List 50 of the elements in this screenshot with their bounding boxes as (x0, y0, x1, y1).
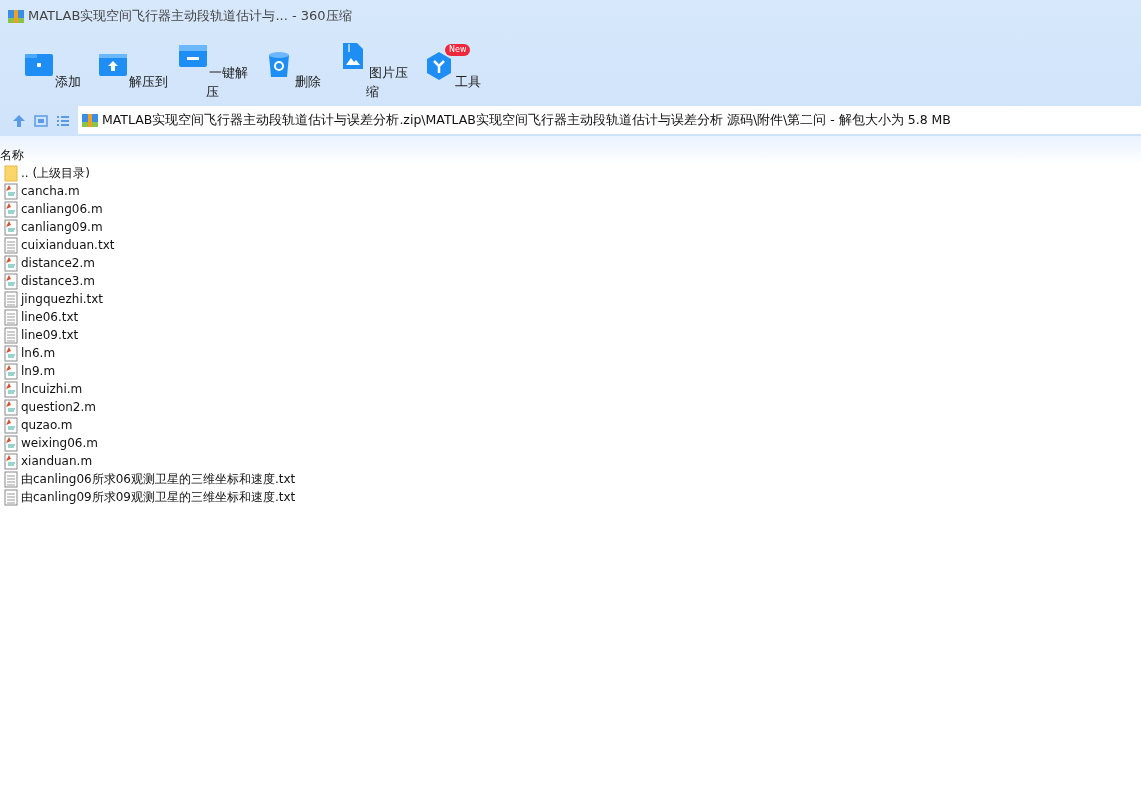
file-name[interactable]: lncuizhi.m (21, 380, 83, 398)
matlab-file-icon (3, 272, 19, 290)
file-name[interactable]: question2.m (21, 398, 96, 416)
matlab-file-icon (3, 254, 19, 272)
file-name[interactable]: ln9.m (21, 362, 56, 380)
text-file-icon (3, 326, 19, 344)
toolbar-button[interactable]: 添加 (12, 32, 92, 104)
file-name[interactable]: ln6.m (21, 344, 56, 362)
toolbar-button[interactable]: New 工具 (412, 32, 492, 104)
matlab-file-icon (3, 344, 19, 362)
address-bar[interactable]: MATLAB实现空间飞行器主动段轨道估计与误差分析.zip\MATLAB实现空间飞行器主动段轨道估计与误差分析 源码\附件\第二问 - 解包大小为 5.8 MB (78, 106, 1141, 134)
file-name[interactable]: 由canling09所求09观测卫星的三维坐标和速度.txt (21, 488, 296, 506)
toolbar-button[interactable]: 一键解压 (172, 32, 252, 104)
file-name[interactable]: distance3.m (21, 272, 95, 290)
matlab-file-icon (3, 434, 19, 452)
file-name[interactable]: line09.txt (21, 326, 79, 344)
matlab-file-icon (3, 362, 19, 380)
text-file-icon (3, 236, 19, 254)
matlab-file-icon (3, 380, 19, 398)
file-name[interactable]: canliang09.m (21, 218, 103, 236)
text-file-icon (3, 488, 19, 506)
file-name[interactable]: canliang06.m (21, 200, 103, 218)
toolbar-button[interactable]: 图片压缩 (332, 32, 412, 104)
matlab-file-icon (3, 416, 19, 434)
column-header[interactable]: 名称 (0, 148, 24, 162)
file-name[interactable]: 由canling06所求06观测卫星的三维坐标和速度.txt (21, 470, 296, 488)
folder-icon (3, 164, 19, 182)
file-name[interactable]: cuixianduan.txt (21, 236, 115, 254)
file-name[interactable]: quzao.m (21, 416, 73, 434)
matlab-file-icon (3, 182, 19, 200)
toolbar-button[interactable]: 解压到 (92, 32, 172, 104)
file-name[interactable]: cancha.m (21, 182, 80, 200)
file-name[interactable]: weixing06.m (21, 434, 98, 452)
file-name[interactable]: distance2.m (21, 254, 95, 272)
file-name[interactable]: xianduan.m (21, 452, 93, 470)
new-badge: New (445, 44, 471, 57)
text-file-icon (3, 470, 19, 488)
matlab-file-icon (3, 200, 19, 218)
window-title: MATLAB实现空间飞行器主动段轨道估计与... - 360压缩 (28, 7, 352, 26)
file-name[interactable]: jingquezhi.txt (21, 290, 104, 308)
matlab-file-icon (3, 218, 19, 236)
matlab-file-icon (3, 398, 19, 416)
text-file-icon (3, 290, 19, 308)
file-name[interactable]: line06.txt (21, 308, 79, 326)
text-file-icon (3, 308, 19, 326)
archive-icon (8, 8, 24, 24)
toolbar-button[interactable]: 删除 (252, 32, 332, 104)
matlab-file-icon (3, 452, 19, 470)
file-name[interactable]: .. (上级目录) (21, 164, 90, 182)
archive-icon (82, 112, 98, 128)
